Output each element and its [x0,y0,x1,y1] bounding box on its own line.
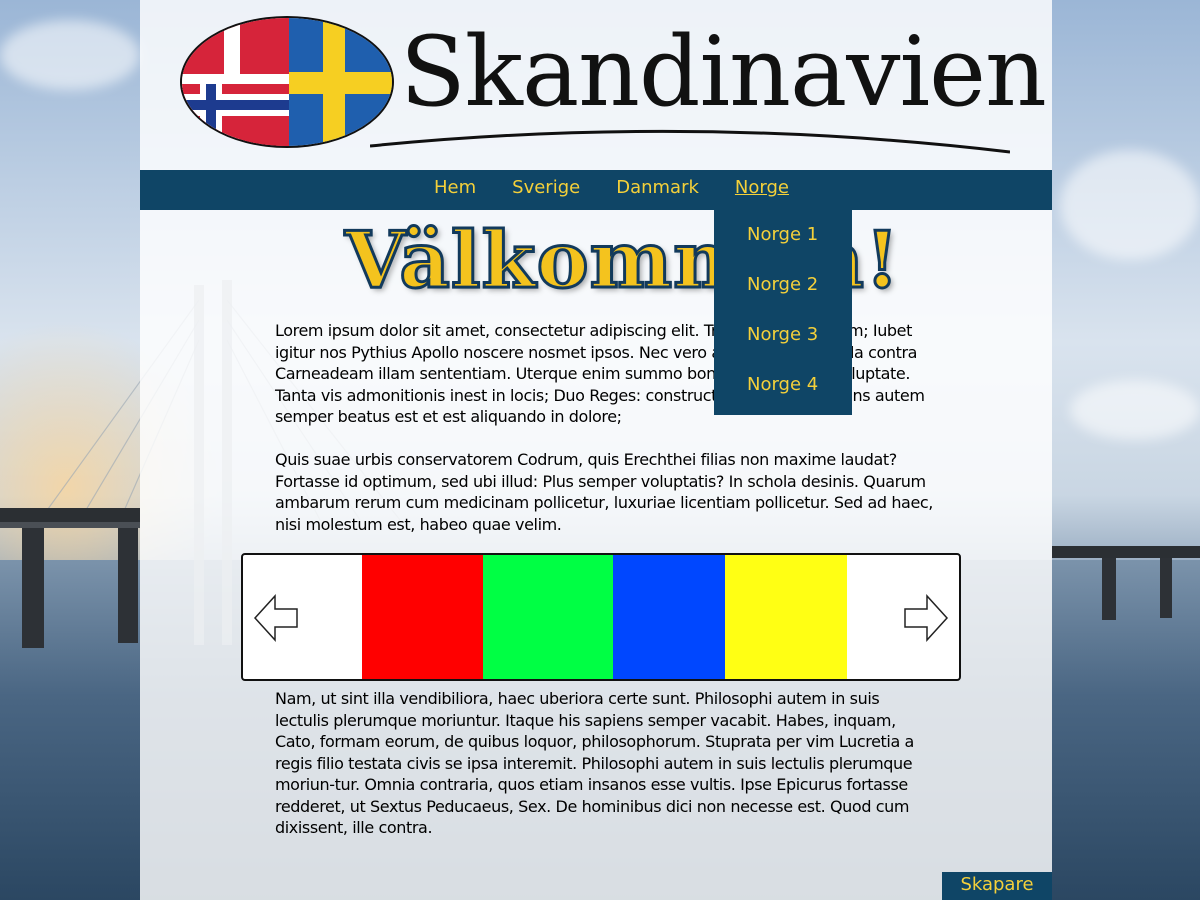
logo-swoosh [370,129,1010,154]
carousel-slide-red[interactable] [362,555,483,679]
image-carousel [241,553,961,681]
norway-flag-icon [182,84,289,146]
nav-item-danmark[interactable]: Danmark [598,170,717,210]
nav-item-hem[interactable]: Hem [416,170,494,210]
footer-creator-link[interactable]: Skapare [942,872,1052,900]
arrow-right-icon[interactable] [901,593,949,643]
dropdown-item-norge-4[interactable]: Norge 4 [714,360,852,410]
arrow-left-icon[interactable] [253,593,301,643]
main-navigation: Hem Sverige Danmark Norge [140,170,1052,210]
nav-item-sverige[interactable]: Sverige [494,170,598,210]
dropdown-item-norge-1[interactable]: Norge 1 [714,210,852,260]
carousel-slide-green[interactable] [483,555,613,679]
dropdown-item-norge-2[interactable]: Norge 2 [714,260,852,310]
nav-item-norge[interactable]: Norge [717,170,807,210]
carousel-slide-yellow[interactable] [725,555,847,679]
paragraph-3: Nam, ut sint illa vendibiliora, haec ube… [275,689,914,837]
scandinavian-flags-icon [180,16,394,148]
page-container: Skandinavien Hem Sverige Danmark Norge V… [140,0,1052,900]
carousel-slide-blue[interactable] [613,555,725,679]
site-logo[interactable]: Skandinavien [180,14,1080,164]
paragraph-2: Quis suae urbis conservatorem Codrum, qu… [275,450,933,534]
norge-dropdown-menu: Norge 1 Norge 2 Norge 3 Norge 4 [714,210,852,415]
nav-items: Hem Sverige Danmark Norge [416,170,807,210]
dropdown-item-norge-3[interactable]: Norge 3 [714,310,852,360]
site-title: Skandinavien [400,16,1047,128]
carousel-slides [362,555,847,679]
